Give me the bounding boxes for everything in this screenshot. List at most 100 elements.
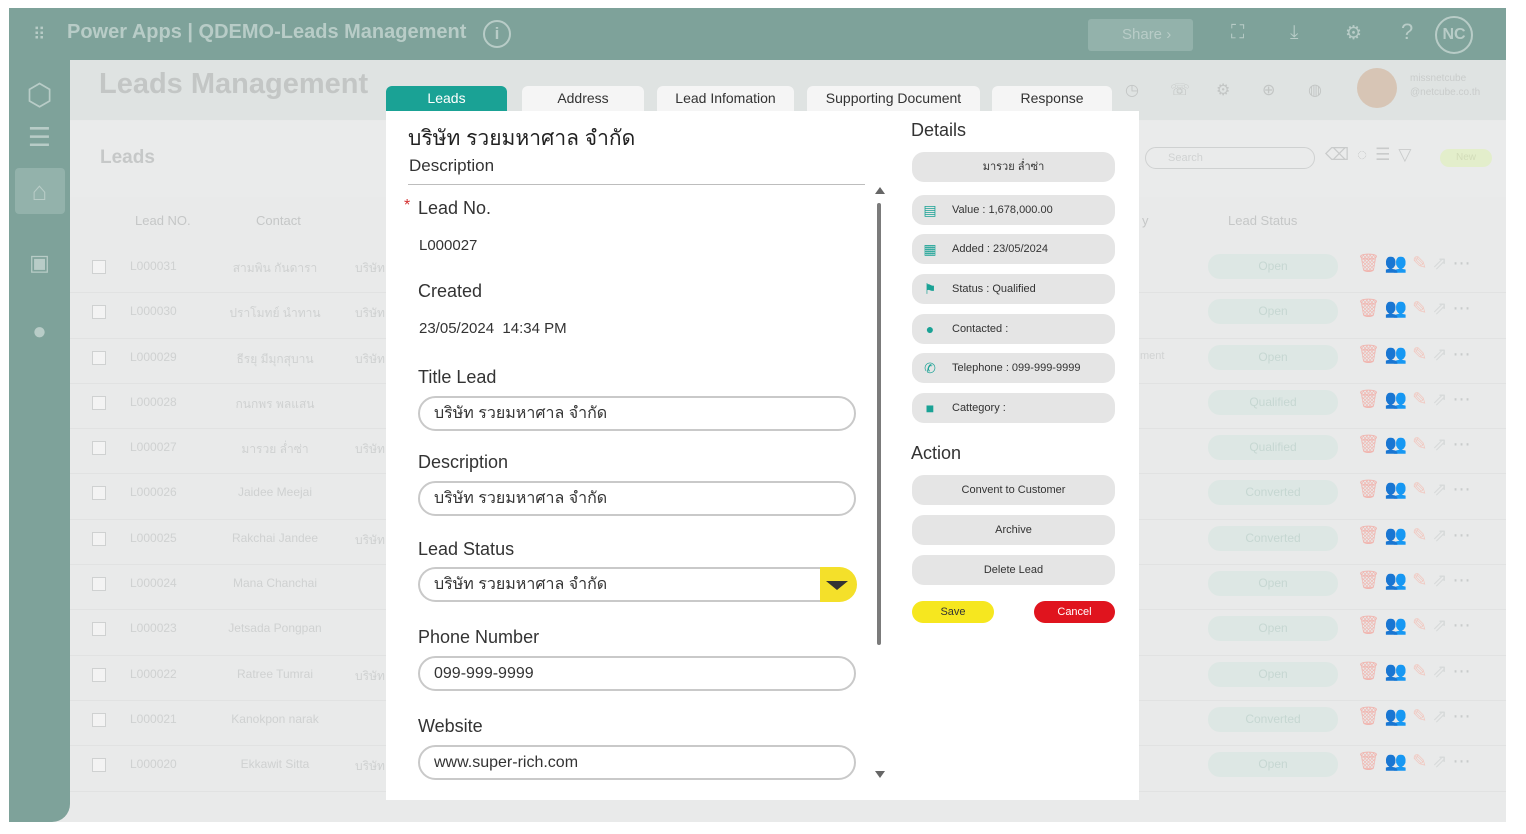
assign-user-icon[interactable]: 👥 bbox=[1385, 434, 1412, 454]
delete-icon[interactable]: 🗑 bbox=[1357, 389, 1385, 409]
convert-to-customer-button[interactable]: Convent to Customer bbox=[912, 475, 1115, 505]
edit-icon[interactable]: ✎ bbox=[1412, 661, 1432, 681]
delete-icon[interactable]: 🗑 bbox=[1357, 344, 1385, 364]
row-checkbox[interactable] bbox=[92, 260, 106, 274]
share-icon[interactable]: ⇗ bbox=[1432, 253, 1452, 273]
scroll-thumb[interactable] bbox=[877, 203, 881, 645]
col-lead-status[interactable]: Lead Status bbox=[1228, 213, 1297, 228]
tab-leads[interactable]: Leads bbox=[386, 86, 507, 111]
scroll-down-icon[interactable] bbox=[875, 771, 885, 778]
more-icon[interactable]: ⋯ bbox=[1452, 615, 1475, 635]
search-input[interactable]: Search bbox=[1145, 147, 1315, 169]
row-actions[interactable]: 🗑👥✎⇗⋯ bbox=[1357, 751, 1475, 772]
more-icon[interactable]: ⋯ bbox=[1452, 389, 1475, 409]
more-icon[interactable]: ⋯ bbox=[1452, 434, 1475, 454]
help-icon[interactable]: ? bbox=[1401, 19, 1413, 45]
contacts-icon[interactable]: ▣ bbox=[9, 250, 70, 276]
tab-address[interactable]: Address bbox=[522, 86, 644, 111]
share-icon[interactable]: ⇗ bbox=[1432, 298, 1452, 318]
edit-icon[interactable]: ✎ bbox=[1412, 525, 1432, 545]
edit-icon[interactable]: ✎ bbox=[1412, 434, 1432, 454]
lead-status-select[interactable]: บริษัท รวยมหาศาล จำกัด bbox=[418, 567, 820, 602]
row-checkbox[interactable] bbox=[92, 305, 106, 320]
globe-icon[interactable]: ◍ bbox=[1308, 80, 1322, 100]
row-actions[interactable]: 🗑👥✎⇗⋯ bbox=[1357, 615, 1475, 636]
edit-icon[interactable]: ✎ bbox=[1412, 615, 1432, 635]
more-icon[interactable]: ⋯ bbox=[1452, 706, 1475, 726]
share-icon[interactable]: ⇗ bbox=[1432, 615, 1452, 635]
row-actions[interactable]: 🗑👥✎⇗⋯ bbox=[1357, 298, 1475, 319]
add-circle-icon[interactable]: ⊕ bbox=[1262, 80, 1275, 100]
edit-icon[interactable]: ✎ bbox=[1412, 570, 1432, 590]
row-actions[interactable]: 🗑👥✎⇗⋯ bbox=[1357, 434, 1475, 455]
share-icon[interactable]: ⇗ bbox=[1432, 434, 1452, 454]
form-scrollbar[interactable] bbox=[874, 187, 885, 778]
delete-icon[interactable]: 🗑 bbox=[1357, 570, 1385, 590]
row-checkbox[interactable] bbox=[92, 758, 106, 773]
edit-icon[interactable]: ✎ bbox=[1412, 344, 1432, 364]
fit-screen-icon[interactable]: ⛶ bbox=[1231, 22, 1244, 44]
save-button[interactable]: Save bbox=[912, 601, 994, 623]
row-actions[interactable]: 🗑👥✎⇗⋯ bbox=[1357, 661, 1475, 682]
more-icon[interactable]: ⋯ bbox=[1452, 661, 1475, 681]
cancel-button[interactable]: Cancel bbox=[1034, 601, 1115, 623]
delete-icon[interactable]: 🗑 bbox=[1357, 479, 1385, 499]
row-actions[interactable]: 🗑👥✎⇗⋯ bbox=[1357, 706, 1475, 727]
row-checkbox[interactable] bbox=[92, 712, 106, 727]
share-icon[interactable]: ⇗ bbox=[1432, 751, 1452, 771]
tab-supporting-document[interactable]: Supporting Document bbox=[807, 86, 980, 111]
row-actions[interactable]: 🗑👥✎⇗⋯ bbox=[1357, 570, 1475, 591]
row-checkbox[interactable] bbox=[92, 531, 106, 546]
assign-user-icon[interactable]: 👥 bbox=[1385, 570, 1412, 590]
clock-icon[interactable]: ◷ bbox=[1125, 80, 1139, 100]
info-icon[interactable]: i bbox=[483, 20, 511, 48]
row-checkbox[interactable] bbox=[92, 622, 106, 637]
assign-user-icon[interactable]: 👥 bbox=[1385, 253, 1412, 273]
more-icon[interactable]: ⋯ bbox=[1452, 344, 1475, 364]
edit-icon[interactable]: ✎ bbox=[1412, 389, 1432, 409]
description-input[interactable]: บริษัท รวยมหาศาล จำกัด bbox=[418, 481, 856, 516]
settings-icon[interactable]: ⚙ bbox=[1345, 22, 1362, 45]
assign-user-icon[interactable]: 👥 bbox=[1385, 525, 1412, 545]
delete-icon[interactable]: 🗑 bbox=[1357, 661, 1385, 681]
more-icon[interactable]: ⋯ bbox=[1452, 479, 1475, 499]
profile-picture[interactable] bbox=[1357, 68, 1397, 108]
more-icon[interactable]: ⋯ bbox=[1452, 525, 1475, 545]
chat-icon[interactable]: ☏ bbox=[1170, 80, 1190, 100]
col-lead-no[interactable]: Lead NO. bbox=[135, 213, 191, 228]
gear-icon[interactable]: ⚙ bbox=[1216, 80, 1230, 100]
toolbar-icons[interactable]: ⌫◌☰▽ bbox=[1325, 145, 1419, 165]
delete-icon[interactable]: 🗑 bbox=[1357, 751, 1385, 771]
share-icon[interactable]: ⇗ bbox=[1432, 661, 1452, 681]
col-category[interactable]: y bbox=[1142, 213, 1149, 228]
user-avatar[interactable]: NC bbox=[1435, 16, 1473, 54]
more-icon[interactable]: ⋯ bbox=[1452, 253, 1475, 273]
user-icon[interactable]: ● bbox=[9, 318, 70, 346]
more-icon[interactable]: ⋯ bbox=[1452, 298, 1475, 318]
share-icon[interactable]: ⇗ bbox=[1432, 389, 1452, 409]
chevron-down-icon[interactable] bbox=[820, 567, 857, 602]
delete-icon[interactable]: 🗑 bbox=[1357, 434, 1385, 454]
new-button[interactable]: New bbox=[1440, 149, 1492, 167]
delete-icon[interactable]: 🗑 bbox=[1357, 298, 1385, 318]
row-actions[interactable]: 🗑👥✎⇗⋯ bbox=[1357, 344, 1475, 365]
edit-icon[interactable]: ✎ bbox=[1412, 706, 1432, 726]
more-icon[interactable]: ⋯ bbox=[1452, 570, 1475, 590]
share-icon[interactable]: ⇗ bbox=[1432, 344, 1452, 364]
assign-user-icon[interactable]: 👥 bbox=[1385, 344, 1412, 364]
row-checkbox[interactable] bbox=[92, 350, 106, 365]
share-icon[interactable]: ⇗ bbox=[1432, 570, 1452, 590]
assign-user-icon[interactable]: 👥 bbox=[1385, 751, 1412, 771]
edit-icon[interactable]: ✎ bbox=[1412, 751, 1432, 771]
share-button[interactable]: Share › bbox=[1088, 19, 1193, 51]
row-actions[interactable]: 🗑👥✎⇗⋯ bbox=[1357, 389, 1475, 410]
row-checkbox[interactable] bbox=[92, 441, 106, 456]
assign-user-icon[interactable]: 👥 bbox=[1385, 661, 1412, 681]
share-icon[interactable]: ⇗ bbox=[1432, 706, 1452, 726]
tab-response[interactable]: Response bbox=[992, 86, 1112, 111]
archive-button[interactable]: Archive bbox=[912, 515, 1115, 545]
app-launcher-icon[interactable]: ⠿ bbox=[33, 25, 45, 45]
delete-icon[interactable]: 🗑 bbox=[1357, 525, 1385, 545]
title-lead-input[interactable]: บริษัท รวยมหาศาล จำกัด bbox=[418, 396, 856, 431]
website-input[interactable]: www.super-rich.com bbox=[418, 745, 856, 780]
